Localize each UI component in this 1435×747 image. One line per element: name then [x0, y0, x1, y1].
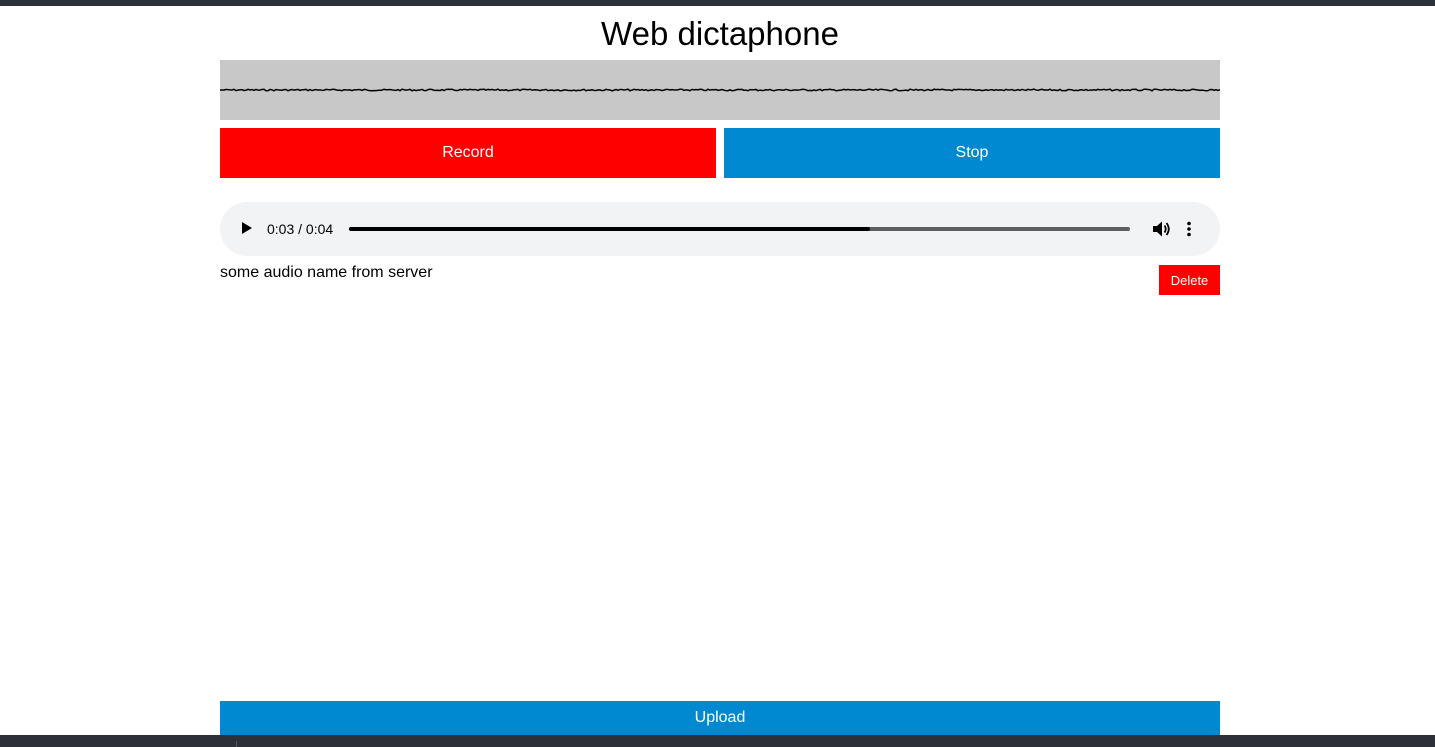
progress-bar[interactable] — [349, 227, 1130, 231]
clip-name: some audio name from server — [220, 264, 433, 281]
waveform-line — [220, 88, 1220, 92]
page-title: Web dictaphone — [601, 15, 839, 52]
window-bottom-bar — [0, 735, 1435, 747]
waveform-visualizer — [220, 60, 1220, 120]
more-vertical-icon[interactable] — [1185, 220, 1193, 243]
bottom-bar-divider — [236, 741, 237, 747]
time-display: 0:03 / 0:04 — [267, 221, 334, 237]
volume-icon[interactable] — [1152, 220, 1172, 243]
window-top-bar — [0, 0, 1435, 6]
delete-button[interactable]: Delete — [1159, 265, 1220, 295]
record-button[interactable]: Record — [220, 128, 716, 178]
progress-fill — [349, 227, 870, 231]
stop-button[interactable]: Stop — [724, 128, 1220, 178]
play-icon[interactable] — [242, 222, 252, 234]
upload-button[interactable]: Upload — [220, 701, 1220, 735]
audio-player: 0:03 / 0:04 — [220, 202, 1220, 256]
